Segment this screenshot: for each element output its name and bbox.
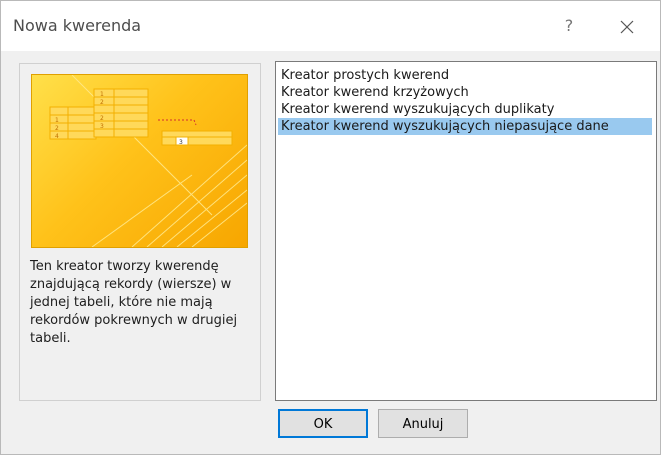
- arrow-icon: [158, 119, 197, 126]
- wizard-preview-image: 1 2 4 1 2 2 3 3: [31, 74, 248, 248]
- table-number: 2: [55, 125, 59, 132]
- table-number: 2: [100, 99, 104, 106]
- list-item[interactable]: Kreator kwerend krzyżowych: [278, 84, 652, 101]
- close-icon: [620, 20, 634, 33]
- result-number: 3: [179, 139, 183, 146]
- close-button[interactable]: [607, 11, 647, 41]
- table-number: 4: [55, 133, 59, 140]
- wizard-list[interactable]: Kreator prostych kwerend Kreator kwerend…: [275, 61, 657, 401]
- result-table: [161, 130, 233, 146]
- table-number: 1: [55, 117, 59, 124]
- list-item[interactable]: Kreator kwerend wyszukujących duplikaty: [278, 101, 652, 118]
- ok-button[interactable]: OK: [278, 409, 368, 438]
- table-number: 3: [100, 123, 104, 130]
- wizard-info-panel: 1 2 4 1 2 2 3 3 Ten kreator tworzy kwere…: [19, 63, 261, 401]
- table-number: 1: [100, 91, 104, 98]
- list-item[interactable]: Kreator prostych kwerend: [278, 67, 652, 84]
- query-wizard-illustration: 1 2 4 1 2 2 3 3: [49, 75, 247, 247]
- list-item-selected[interactable]: Kreator kwerend wyszukujących niepasując…: [278, 118, 652, 135]
- cancel-button[interactable]: Anuluj: [378, 409, 468, 438]
- new-query-dialog: Nowa kwerenda ? 1 2 4 1 2 2 3 3 Ten krea…: [0, 0, 661, 455]
- wizard-description: Ten kreator tworzy kwerendę znajdującą r…: [30, 259, 238, 346]
- help-button[interactable]: ?: [549, 11, 589, 41]
- table-number: 2: [100, 115, 104, 122]
- dialog-title: Nowa kwerenda: [13, 16, 142, 35]
- title-bar: Nowa kwerenda ?: [1, 1, 660, 51]
